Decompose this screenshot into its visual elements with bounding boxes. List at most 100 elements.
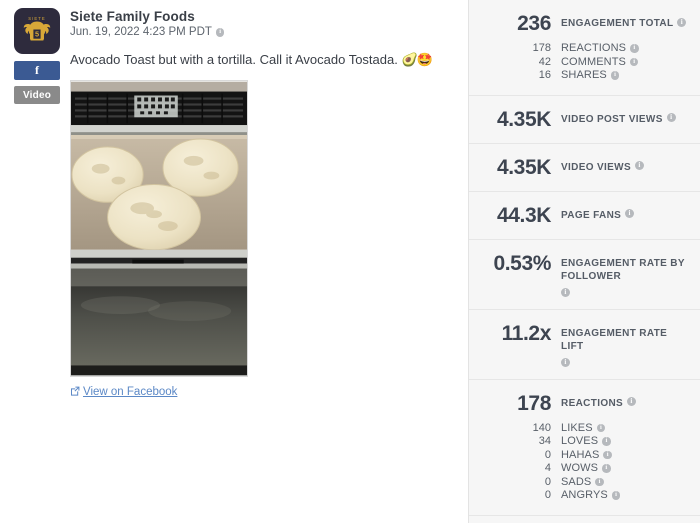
metric-block: 236 ENGAGEMENT TOTAL i 178 REACTIONS i 42 COMME… (469, 0, 700, 96)
info-icon[interactable]: i (677, 17, 687, 27)
metric-sub-label: LIKES i (551, 421, 606, 434)
info-icon[interactable]: i (603, 450, 612, 460)
metric-label: VIDEO POST VIEWS i (551, 109, 676, 127)
metric-label: ENGAGEMENT RATE LIFT i (551, 323, 690, 368)
metric-label-text: ENGAGEMENT RATE BY FOLLOWER (561, 257, 685, 283)
network-badge-facebook: f (14, 61, 60, 80)
metric-value: 236 (517, 12, 551, 35)
metric-value: 11.2x (501, 321, 552, 345)
metric-sub-label: WOWS i (551, 462, 611, 474)
metric-sub-row: 34 LOVES i (479, 435, 690, 447)
info-icon[interactable]: i (596, 423, 606, 433)
post-caption: Avocado Toast but with a tortilla. Call … (70, 51, 460, 69)
metric-block: 11.2x ENGAGEMENT RATE LIFT i (469, 310, 700, 380)
info-icon[interactable]: i (625, 209, 635, 219)
metric-label-text: REACTIONS (561, 397, 624, 409)
svg-text:SIETE: SIETE (28, 16, 46, 21)
metric-label: PAGE FANS i (551, 205, 635, 223)
metric-sub-row: 4 WOWS i (479, 462, 690, 474)
metric-sub-row: 178 REACTIONS i (479, 42, 690, 54)
metric-sub-value: 140 (532, 421, 551, 434)
post-timestamp-row: Jun. 19, 2022 4:23 PM PDT i (70, 26, 460, 38)
metric-sub-row: 0 HAHAS i (479, 449, 690, 461)
metric-row: 44.3K PAGE FANS i (479, 203, 690, 227)
metric-label: REACTIONS i (551, 393, 637, 411)
metric-sub-value: 4 (544, 462, 551, 475)
metric-label-text: VIDEO POST VIEWS (561, 113, 663, 125)
metric-sub-label: SHARES i (551, 69, 620, 82)
metric-sub-label-text: WOWS (561, 462, 599, 475)
metric-value: 0.53% (493, 251, 551, 275)
metric-sub-label-text: HAHAS (561, 448, 600, 461)
view-on-facebook-label: View on Facebook (83, 386, 178, 399)
post-type-label: Video (22, 89, 52, 101)
info-icon[interactable]: i (561, 288, 570, 298)
metric-value: 4.35K (496, 107, 551, 131)
metric-label: ENGAGEMENT TOTAL i (551, 13, 687, 31)
metric-sub-label-text: SADS (561, 475, 592, 488)
metric-value: 178 (517, 391, 551, 415)
info-icon[interactable]: i (629, 57, 639, 67)
info-icon[interactable]: i (561, 358, 570, 368)
metric-sub-label-text: COMMENTS (561, 55, 626, 68)
metric-sub-rows: 140 LIKES i 34 LOVES i 0 HAHAS i 4 WOWS i 0 SADS i 0 ANG… (479, 421, 690, 501)
metric-label-text: PAGE FANS (561, 209, 622, 221)
info-icon[interactable]: i (634, 161, 644, 171)
metric-sub-value: 34 (538, 435, 551, 448)
metric-sub-value: 0 (544, 475, 551, 488)
post-analytics-view: SIETE 5 f Video Siete Family Foods Jun. … (0, 0, 700, 523)
metric-block: 4.35K VIDEO VIEWS i (469, 144, 700, 192)
metric-row: 11.2x ENGAGEMENT RATE LIFT i (479, 321, 690, 368)
metric-sub-label: HAHAS i (551, 449, 612, 461)
post-type-badge: Video (14, 86, 60, 104)
metric-label-text: VIDEO VIEWS (561, 161, 631, 173)
metric-value: 4.35K (496, 155, 551, 179)
post-author-name: Siete Family Foods (70, 9, 195, 24)
info-icon[interactable]: i (602, 437, 611, 446)
metric-sub-value: 178 (532, 42, 551, 55)
info-icon[interactable]: i (611, 491, 621, 500)
metric-sub-row: 0 ANGRYS i (479, 489, 690, 501)
facebook-icon: f (35, 63, 39, 77)
metric-block: 4.35K VIDEO POST VIEWS i (469, 96, 700, 144)
post-timestamp: Jun. 19, 2022 4:23 PM PDT (70, 26, 212, 38)
metric-sub-label-text: LIKES (561, 421, 593, 434)
metric-label-text: ENGAGEMENT TOTAL (561, 18, 674, 29)
metric-sub-label: SADS i (551, 476, 604, 488)
metric-sub-value: 0 (544, 489, 551, 502)
info-icon[interactable]: i (602, 464, 611, 473)
metric-value: 44.3K (496, 203, 551, 227)
video-thumbnail[interactable] (70, 79, 248, 377)
metric-block: 178 REACTIONS i 140 LIKES i 34 LOVES i 0 HAHAS i 4 WO… (469, 380, 700, 516)
metric-row: 236 ENGAGEMENT TOTAL i (479, 12, 690, 35)
info-icon[interactable]: i (627, 397, 637, 407)
info-icon[interactable]: i (215, 28, 225, 37)
metric-label: VIDEO VIEWS i (551, 157, 644, 175)
post-caption-text: Avocado Toast but with a tortilla. Call … (70, 52, 398, 67)
svg-text:5: 5 (35, 30, 39, 39)
metric-sub-rows: 178 REACTIONS i 42 COMMENTS i 16 SHARES i (479, 42, 690, 81)
post-media[interactable] (70, 79, 248, 377)
metric-label-text: ENGAGEMENT RATE LIFT (561, 327, 668, 353)
caption-emoji: 🥑🤩 (401, 52, 432, 67)
metric-block: 0.53% ENGAGEMENT RATE BY FOLLOWER i (469, 240, 700, 310)
post-preview-pane: SIETE 5 f Video Siete Family Foods Jun. … (0, 0, 468, 523)
metric-label: ENGAGEMENT RATE BY FOLLOWER i (551, 253, 690, 298)
metric-sub-label-text: ANGRYS (561, 489, 608, 502)
metric-row: 178 REACTIONS i (479, 391, 690, 415)
post-header: SIETE 5 f Video Siete Family Foods Jun. … (8, 8, 460, 401)
info-icon[interactable]: i (630, 44, 639, 53)
metric-row: 4.35K VIDEO VIEWS i (479, 155, 690, 179)
info-icon[interactable]: i (595, 477, 604, 487)
info-icon[interactable]: i (666, 113, 676, 123)
metric-sub-label: LOVES i (551, 435, 611, 447)
view-on-facebook-link[interactable]: View on Facebook (70, 386, 177, 399)
info-icon[interactable]: i (610, 71, 620, 80)
post-badge-column: SIETE 5 f Video (8, 8, 62, 401)
metric-sub-label: COMMENTS i (551, 55, 639, 68)
metric-sub-label-text: LOVES (561, 435, 599, 448)
post-content: Siete Family Foods Jun. 19, 2022 4:23 PM… (62, 8, 460, 401)
metric-sub-label-text: SHARES (561, 69, 607, 82)
metric-sub-label: ANGRYS i (551, 489, 621, 502)
metric-row: 0.53% ENGAGEMENT RATE BY FOLLOWER i (479, 251, 690, 298)
